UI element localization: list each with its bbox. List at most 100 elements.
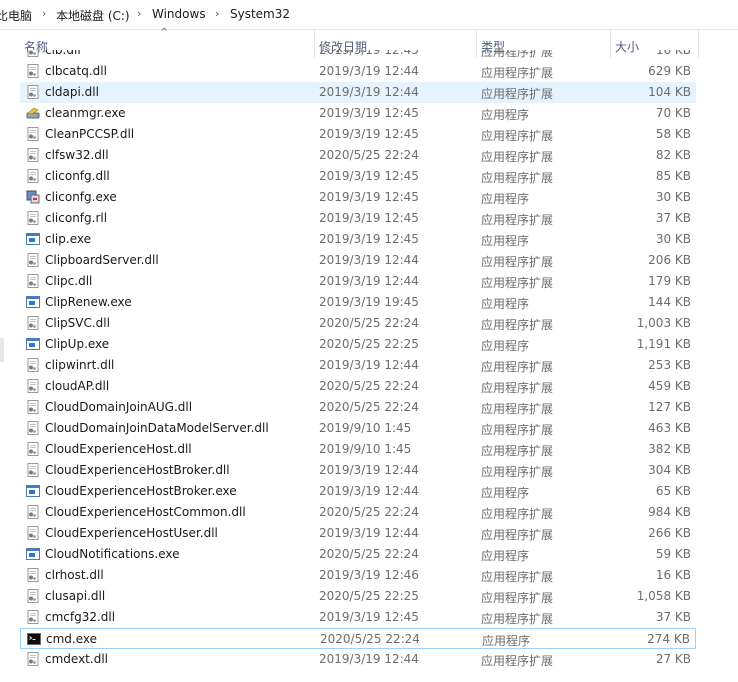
file-type: 应用程序	[481, 339, 530, 353]
file-row[interactable]: ClipboardServer.dll 2019/3/19 12:44 应用程序扩展…	[20, 250, 696, 271]
breadcrumb-separator-icon[interactable]: ›	[42, 7, 46, 20]
navigation-pane-edge[interactable]	[0, 338, 4, 362]
breadcrumb-separator-icon[interactable]: ›	[137, 7, 141, 20]
file-row[interactable]: cmcfg32.dll 2019/3/19 12:45 应用程序扩展 37 KB	[20, 607, 696, 628]
file-modified-date: 2019/3/19 19:45	[319, 295, 419, 309]
file-size: 58 KB	[655, 127, 691, 141]
file-type: 应用程序扩展	[481, 654, 554, 668]
file-row[interactable]: CloudExperienceHost.dll 2019/9/10 1:45 应用程…	[20, 439, 696, 460]
file-row[interactable]: cliconfg.rll 2019/3/19 12:45 应用程序扩展 37 KB	[20, 208, 696, 229]
dll-icon	[26, 526, 40, 540]
file-row[interactable]: cliconfg.dll 2019/3/19 12:45 应用程序扩展 85 KB	[20, 166, 696, 187]
disk-cleanup-icon	[26, 106, 40, 120]
dll-icon	[26, 358, 40, 372]
breadcrumb-this-pc[interactable]: 比电脑	[0, 7, 32, 24]
breadcrumb-local-disk[interactable]: 本地磁盘 (C:)	[56, 7, 130, 24]
file-size: 253 KB	[648, 358, 691, 372]
file-type: 应用程序	[481, 486, 530, 500]
exe-icon	[26, 337, 40, 351]
file-row[interactable]: clb.dll 2019/3/19 12:45 应用程序扩展 16 KB	[20, 50, 696, 61]
file-name: cmd.exe	[46, 632, 98, 646]
file-size: 206 KB	[648, 253, 691, 267]
file-modified-date: 2019/3/19 12:45	[319, 169, 419, 183]
file-row[interactable]: CloudDomainJoinAUG.dll 2020/5/25 22:24 应用程…	[20, 397, 696, 418]
file-modified-date: 2020/5/25 22:24	[319, 547, 419, 561]
file-size: 382 KB	[648, 442, 691, 456]
file-row[interactable]: ClipRenew.exe 2019/3/19 19:45 应用程序 144 KB	[20, 292, 696, 313]
file-row[interactable]: ClipSVC.dll 2020/5/25 22:24 应用程序扩展 1,003 KB	[20, 313, 696, 334]
file-row[interactable]: clusapi.dll 2020/5/25 22:25 应用程序扩展 1,058 KB	[20, 586, 696, 607]
file-size: 82 KB	[655, 148, 691, 162]
file-row[interactable]: CleanPCCSP.dll 2019/3/19 12:45 应用程序扩展 58 KB	[20, 124, 696, 145]
breadcrumb-system32[interactable]: System32	[230, 7, 290, 21]
file-size: 27 KB	[655, 652, 691, 666]
file-row[interactable]: cloudAP.dll 2020/5/25 22:24 应用程序扩展 459 KB	[20, 376, 696, 397]
file-size: 304 KB	[648, 463, 691, 477]
file-row[interactable]: clrhost.dll 2019/3/19 12:46 应用程序扩展 16 KB	[20, 565, 696, 586]
file-row[interactable]: CloudNotifications.exe 2020/5/25 22:24 应用程…	[20, 544, 696, 565]
sort-ascending-icon: ^	[160, 27, 169, 38]
file-name: ClipSVC.dll	[45, 316, 110, 330]
file-modified-date: 2019/9/10 1:45	[319, 442, 412, 456]
file-row[interactable]: cliconfg.exe 2019/3/19 12:45 应用程序 30 KB	[20, 187, 696, 208]
file-size: 629 KB	[648, 64, 691, 78]
file-modified-date: 2019/3/19 12:45	[319, 106, 419, 120]
file-modified-date: 2020/5/25 22:24	[319, 400, 419, 414]
file-type: 应用程序扩展	[481, 591, 554, 605]
file-modified-date: 2019/3/19 12:44	[319, 463, 419, 477]
file-modified-date: 2019/3/19 12:45	[319, 50, 419, 57]
file-type: 应用程序扩展	[481, 612, 554, 626]
file-type: 应用程序扩展	[481, 381, 554, 395]
file-modified-date: 2019/3/19 12:44	[319, 253, 419, 267]
file-row[interactable]: CloudExperienceHostCommon.dll 2020/5/25 2…	[20, 502, 696, 523]
file-name: ClipboardServer.dll	[45, 253, 159, 267]
file-name: cloudAP.dll	[45, 379, 110, 393]
file-modified-date: 2020/5/25 22:24	[320, 632, 420, 646]
dll-icon	[26, 442, 40, 456]
exe-icon	[26, 547, 40, 561]
file-name: cldapi.dll	[45, 85, 99, 99]
file-row[interactable]: clbcatq.dll 2019/3/19 12:44 应用程序扩展 629 KB	[20, 61, 696, 82]
file-row[interactable]: ClipUp.exe 2020/5/25 22:25 应用程序 1,191 KB	[20, 334, 696, 355]
file-size: 179 KB	[648, 274, 691, 288]
file-row[interactable]: CloudExperienceHostUser.dll 2019/3/19 12:…	[20, 523, 696, 544]
file-type: 应用程序扩展	[481, 50, 554, 59]
file-modified-date: 2019/3/19 12:44	[319, 85, 419, 99]
file-type: 应用程序扩展	[481, 87, 554, 101]
file-row[interactable]: cldapi.dll 2019/3/19 12:44 应用程序扩展 104 KB	[20, 82, 696, 103]
dll-icon	[26, 148, 40, 162]
file-row[interactable]: Clipc.dll 2019/3/19 12:44 应用程序扩展 179 KB	[20, 271, 696, 292]
file-modified-date: 2020/5/25 22:24	[319, 148, 419, 162]
file-size: 274 KB	[647, 632, 690, 646]
file-type: 应用程序扩展	[481, 570, 554, 584]
file-row[interactable]: cleanmgr.exe 2019/3/19 12:45 应用程序 70 KB	[20, 103, 696, 124]
address-bar[interactable]: 比电脑 › 本地磁盘 (C:) › Windows › System32	[0, 0, 738, 30]
file-size: 144 KB	[648, 295, 691, 309]
file-type: 应用程序扩展	[481, 276, 554, 290]
file-size: 459 KB	[648, 379, 691, 393]
breadcrumb-windows[interactable]: Windows	[152, 7, 206, 21]
sql-client-icon	[26, 190, 40, 204]
dll-icon	[26, 379, 40, 393]
file-type: 应用程序扩展	[481, 213, 554, 227]
file-modified-date: 2019/3/19 12:45	[319, 190, 419, 204]
file-name: cleanmgr.exe	[45, 106, 126, 120]
file-row[interactable]: clfsw32.dll 2020/5/25 22:24 应用程序扩展 82 KB	[20, 145, 696, 166]
file-row[interactable]: cmdext.dll 2019/3/19 12:44 应用程序扩展 27 KB	[20, 649, 696, 670]
file-size: 37 KB	[655, 211, 691, 225]
file-size: 1,003 KB	[636, 316, 691, 330]
file-row[interactable]: cmd.exe 2020/5/25 22:24 应用程序 274 KB	[20, 628, 696, 649]
file-name: clip.exe	[45, 232, 91, 246]
file-row[interactable]: clip.exe 2019/3/19 12:45 应用程序 30 KB	[20, 229, 696, 250]
file-row[interactable]: CloudExperienceHostBroker.dll 2019/3/19 1…	[20, 460, 696, 481]
file-modified-date: 2019/3/19 12:44	[319, 484, 419, 498]
file-row[interactable]: CloudDomainJoinDataModelServer.dll 2019/9…	[20, 418, 696, 439]
file-row[interactable]: clipwinrt.dll 2019/3/19 12:44 应用程序扩展 253 KB	[20, 355, 696, 376]
file-size: 463 KB	[648, 421, 691, 435]
file-row[interactable]: CloudExperienceHostBroker.exe 2019/3/19 1…	[20, 481, 696, 502]
file-type: 应用程序扩展	[481, 423, 554, 437]
breadcrumb-separator-icon[interactable]: ›	[215, 7, 219, 20]
dll-icon	[26, 463, 40, 477]
dll-icon	[26, 316, 40, 330]
file-size: 104 KB	[648, 85, 691, 99]
